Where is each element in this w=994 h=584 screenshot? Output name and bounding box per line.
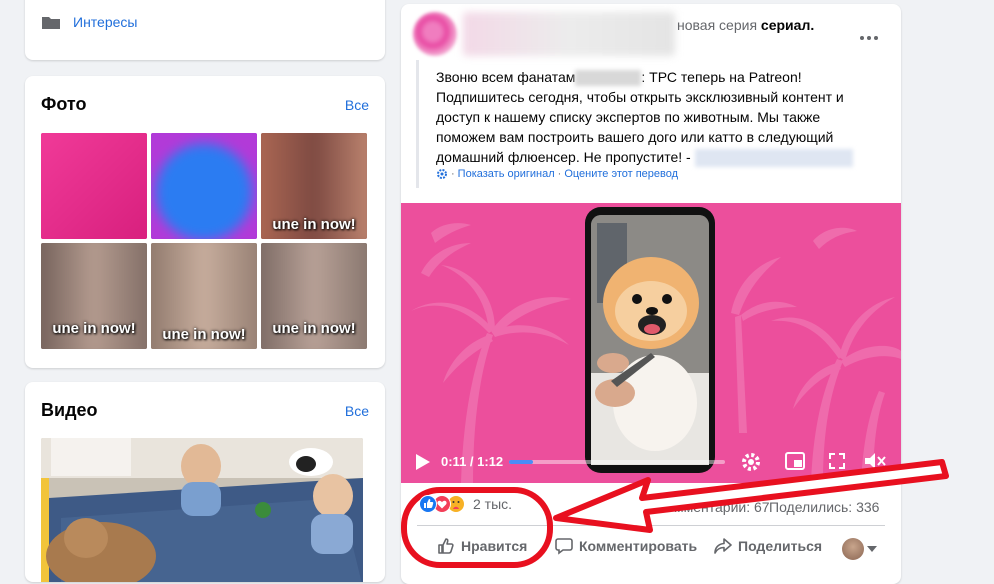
video-thumb[interactable] [41,438,363,582]
post-video[interactable]: 0:11 / 1:12 [401,203,901,483]
share-button[interactable]: Поделиться [714,537,822,555]
like-label: Нравится [461,538,528,554]
post-card: новая серия сериал. Звоню всем фанатам : … [401,4,901,584]
folder-icon [42,17,60,29]
photos-title: Фото [41,94,87,114]
interests-label[interactable]: Интересы [73,14,137,30]
share-arrow-icon [714,538,732,554]
post-text-line: поможем вам построить вашего дого или ка… [436,129,834,145]
post-text-line: : ТРС теперь на Patreon! [641,69,802,85]
post-header-bold[interactable]: сериал. [761,17,814,33]
videos-title: Видео [41,400,98,420]
photo-caption: une in now! [52,320,136,337]
post-text: Звоню всем фанатам : ТРС теперь на Patreo… [436,67,853,168]
photos-all-link[interactable]: Все [345,97,369,113]
video-progress[interactable] [509,460,725,464]
photo-thumb[interactable]: une in now! [261,243,367,349]
videos-card: Видео Все [25,382,385,582]
post-author-blurred[interactable] [463,12,675,56]
comment-button[interactable]: Комментировать [555,537,697,555]
photo-thumb[interactable] [41,133,147,239]
photo-caption: une in now! [272,320,356,337]
fullscreen-icon[interactable] [829,453,845,469]
shares-count[interactable]: Поделились: 336 [769,499,879,515]
reaction-audience-selector[interactable] [842,538,877,560]
video-progress-fill [509,460,533,464]
actions-divider [417,525,885,526]
video-thumbnail-image [41,438,363,582]
post-header-text: новая серия сериал. [677,17,814,33]
post-text-line: Звоню всем фанатам [436,69,576,85]
like-button[interactable]: Нравится [437,537,527,555]
more-options-icon[interactable] [859,28,879,40]
reactions-count[interactable]: 2 тыс. [473,496,512,512]
translation-bar: · Показать оригинал · Оцените этот перев… [436,168,678,180]
post-avatar[interactable] [413,12,457,56]
redacted-name [575,70,642,87]
photo-thumb[interactable]: une in now! [151,243,257,349]
user-avatar [842,538,864,560]
comment-label: Комментировать [579,538,698,554]
caret-down-icon [867,546,877,552]
gear-icon [437,169,447,179]
comments-count[interactable]: мментарии: 67 [674,499,770,515]
post-text-line: доступ к нашему списку экспертов по живо… [436,109,821,125]
video-controls: 0:11 / 1:12 [401,439,901,483]
interests-item[interactable]: Интересы [41,14,137,30]
show-original-link[interactable]: Показать оригинал [458,168,555,180]
like-reaction-icon [419,495,437,513]
picture-in-picture-icon[interactable] [785,452,805,470]
comment-bubble-icon [555,538,573,555]
photo-caption: une in now! [272,216,356,233]
post-header-plain: новая серия [677,17,761,33]
post-text-line: домашний флюенсер. Не пропустите! - [436,149,691,165]
photo-thumb[interactable]: une in now! [261,133,367,239]
video-time: 0:11 / 1:12 [441,454,504,469]
photo-thumb[interactable]: une in now! [41,243,147,349]
redacted-link [694,149,853,168]
share-label: Поделиться [738,538,823,554]
settings-gear-icon[interactable] [740,451,762,473]
mute-icon[interactable] [863,451,887,471]
reactions-summary[interactable]: 2 тыс. [419,495,512,513]
videos-all-link[interactable]: Все [345,403,369,419]
post-text-line: Подпишитесь сегодня, чтобы открыть экскл… [436,89,844,105]
photo-caption: une in now! [162,326,246,343]
interests-card: Интересы [25,0,385,60]
play-icon[interactable] [415,453,431,471]
photo-thumb[interactable] [151,133,257,239]
photos-card: Фото Все une in now! une in now! une in … [25,76,385,368]
thumbs-up-icon [438,538,454,554]
rate-translation-link[interactable]: Оцените этот перевод [564,168,678,180]
